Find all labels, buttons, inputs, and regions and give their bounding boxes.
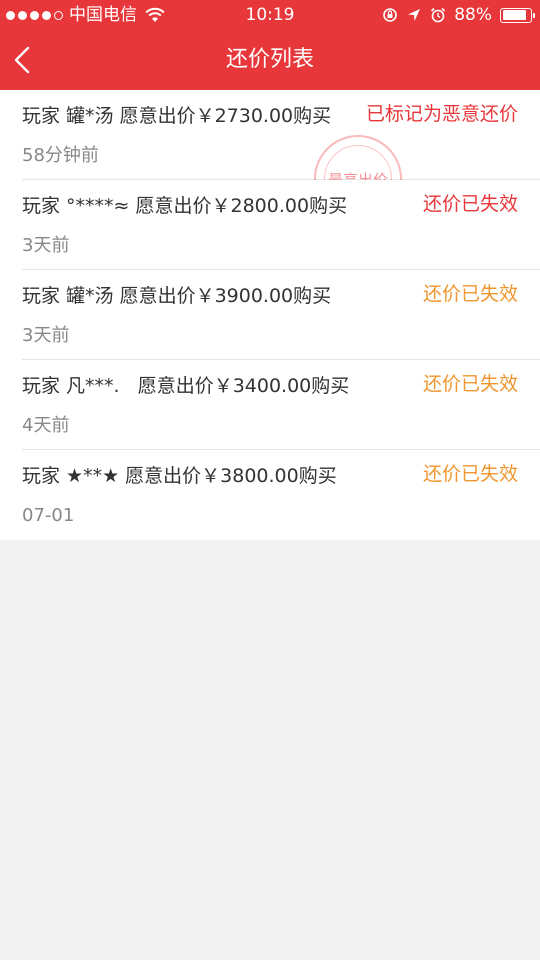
status-bar-right: 88%: [382, 5, 535, 25]
status-bar: 中国电信 10:19 88%: [0, 0, 540, 30]
stamp-label: 最高出价: [327, 170, 388, 181]
orientation-lock-icon: [383, 8, 398, 22]
offer-row[interactable]: 玩家 罐*汤 愿意出价￥3900.00购买 3天前 还价已失效: [22, 270, 540, 360]
offer-time: 3天前: [22, 325, 70, 346]
offer-time: 58分钟前: [22, 145, 99, 166]
offer-row[interactable]: 玩家 °****≈ 愿意出价￥2800.00购买 3天前 还价已失效: [22, 180, 540, 270]
offer-text: 玩家 °****≈ 愿意出价￥2800.00购买: [22, 195, 348, 217]
highest-offer-stamp-icon: 最高出价: [314, 135, 402, 180]
battery-percentage: 88%: [454, 5, 492, 25]
offer-text: 玩家 ★**★ 愿意出价￥3800.00购买: [22, 465, 337, 487]
offer-time: 07-01: [22, 505, 75, 526]
chevron-left-icon[interactable]: [6, 42, 42, 78]
offer-row[interactable]: 玩家 凡***. 愿意出价￥3400.00购买 4天前 还价已失效: [22, 360, 540, 450]
offer-status: 还价已失效: [422, 193, 518, 215]
navigation-bar: 还价列表: [0, 30, 540, 90]
alarm-clock-icon: [431, 7, 446, 23]
offer-text: 玩家 罐*汤 愿意出价￥3900.00购买: [22, 285, 332, 307]
offer-status: 还价已失效: [422, 283, 518, 305]
offer-row[interactable]: 玩家 ★**★ 愿意出价￥3800.00购买 07-01 还价已失效: [22, 450, 540, 540]
battery-icon: [500, 7, 535, 23]
offer-text: 玩家 罐*汤 愿意出价￥2730.00购买: [22, 105, 332, 127]
battery-level: [502, 10, 527, 20]
offer-list: 玩家 罐*汤 愿意出价￥2730.00购买 58分钟前 已标记为恶意还价 最高出…: [0, 90, 540, 540]
offer-status: 已标记为恶意还价: [365, 103, 518, 125]
offer-status: 还价已失效: [422, 463, 518, 485]
page-title: 还价列表: [225, 47, 314, 72]
offer-row[interactable]: 玩家 罐*汤 愿意出价￥2730.00购买 58分钟前 已标记为恶意还价 最高出…: [22, 90, 540, 180]
offer-text: 玩家 凡***. 愿意出价￥3400.00购买: [22, 375, 350, 397]
offer-time: 3天前: [22, 235, 70, 256]
offer-status: 还价已失效: [422, 373, 518, 395]
offer-time: 4天前: [22, 415, 70, 436]
location-arrow-icon: [408, 9, 421, 21]
